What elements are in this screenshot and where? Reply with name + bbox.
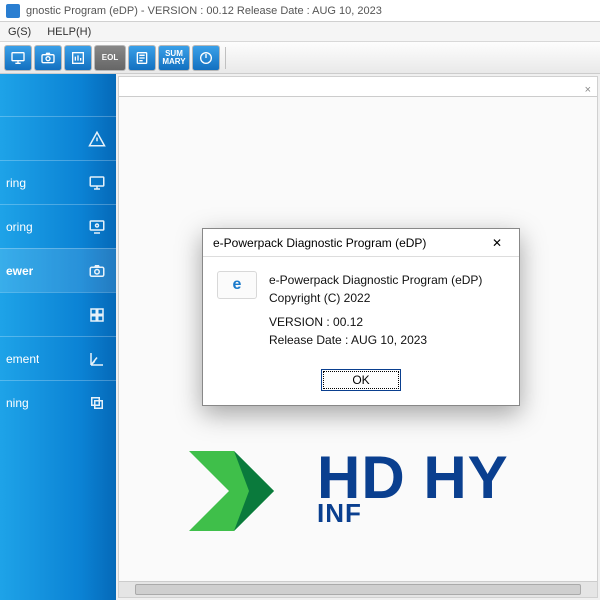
- dialog-info: e-Powerpack Diagnostic Program (eDP) Cop…: [269, 271, 482, 349]
- dialog-close-button[interactable]: ✕: [477, 231, 517, 255]
- dialog-title-text: e-Powerpack Diagnostic Program (eDP): [213, 236, 426, 250]
- dialog-body: e e-Powerpack Diagnostic Program (eDP) C…: [203, 257, 519, 361]
- release-date-text: Release Date : AUG 10, 2023: [269, 331, 482, 349]
- copyright-text: Copyright (C) 2022: [269, 289, 482, 307]
- modal-overlay: e-Powerpack Diagnostic Program (eDP) ✕ e…: [0, 0, 600, 600]
- close-icon: ✕: [492, 236, 502, 250]
- ok-button[interactable]: OK: [321, 369, 401, 391]
- about-dialog: e-Powerpack Diagnostic Program (eDP) ✕ e…: [202, 228, 520, 406]
- dialog-actions: OK: [203, 361, 519, 405]
- version-text: VERSION : 00.12: [269, 313, 482, 331]
- app-logo-icon: e: [217, 271, 257, 299]
- dialog-titlebar: e-Powerpack Diagnostic Program (eDP) ✕: [203, 229, 519, 257]
- product-name: e-Powerpack Diagnostic Program (eDP): [269, 271, 482, 289]
